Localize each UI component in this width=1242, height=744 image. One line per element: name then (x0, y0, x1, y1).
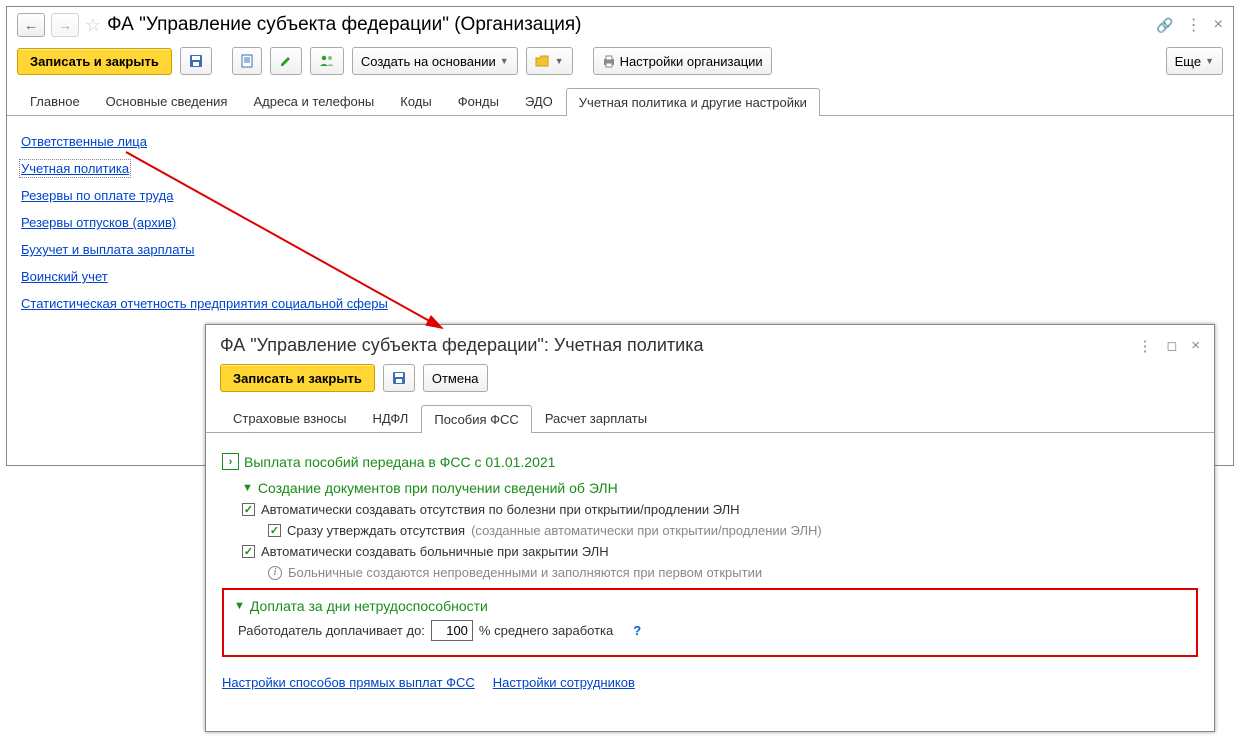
favorite-icon[interactable]: ☆ (85, 15, 101, 36)
folder-dropdown-button[interactable]: ▼ (526, 47, 573, 75)
titlebar: ← → ☆ ФА "Управление субъекта федерации"… (7, 7, 1233, 43)
link-reserves-labor[interactable]: Резервы по оплате труда (21, 188, 173, 203)
close-icon[interactable]: × (1191, 337, 1200, 354)
tab-basic[interactable]: Основные сведения (93, 87, 241, 115)
printer-icon (602, 55, 616, 68)
checkbox-auto-confirm-label: Сразу утверждать отсутствия (287, 523, 465, 538)
save-button-2[interactable] (383, 364, 415, 392)
content-area-2: › Выплата пособий передана в ФСС с 01.01… (206, 433, 1214, 706)
tab-codes[interactable]: Коды (387, 87, 444, 115)
section-extra-pay[interactable]: ▼ Доплата за дни нетрудоспособности (234, 598, 1186, 614)
tab-funds[interactable]: Фонды (445, 87, 512, 115)
tab-main[interactable]: Главное (17, 87, 93, 115)
checkbox-auto-absence[interactable]: ✓ (242, 503, 255, 516)
people-icon (319, 54, 335, 68)
close-icon[interactable]: × (1214, 16, 1223, 34)
titlebar-2: ФА "Управление субъекта федерации": Учет… (206, 325, 1214, 362)
create-based-on-button[interactable]: Создать на основании ▼ (352, 47, 518, 75)
save-button[interactable] (180, 47, 212, 75)
tab-ndfl[interactable]: НДФЛ (359, 404, 421, 432)
tab-salary[interactable]: Расчет зарплаты (532, 404, 660, 432)
window-title: ФА "Управление субъекта федерации" (Орга… (107, 14, 581, 36)
checkbox-auto-sick-row: ✓ Автоматически создавать больничные при… (242, 544, 1198, 559)
sick-hint-text: Больничные создаются непроведенными и за… (288, 565, 762, 580)
floppy-icon (189, 54, 203, 68)
policy-window: ФА "Управление субъекта федерации": Учет… (205, 324, 1215, 732)
expand-icon: › (222, 453, 239, 470)
link-reserves-vacation[interactable]: Резервы отпусков (архив) (21, 215, 176, 230)
doc-button[interactable] (232, 47, 262, 75)
org-settings-button[interactable]: Настройки организации (593, 47, 772, 75)
edit-button[interactable] (270, 47, 302, 75)
bottom-links: Настройки способов прямых выплат ФСС Нас… (222, 669, 1198, 696)
tab-addresses[interactable]: Адреса и телефоны (240, 87, 387, 115)
tab-edo[interactable]: ЭДО (512, 87, 566, 115)
toolbar: Записать и закрыть Создать на основании … (7, 43, 1233, 83)
toolbar-2: Записать и закрыть Отмена (206, 362, 1214, 400)
tab-insurance[interactable]: Страховые взносы (220, 404, 359, 432)
checkbox-auto-confirm[interactable]: ✓ (268, 524, 281, 537)
titlebar2-controls: ⋮ ◻ × (1137, 337, 1200, 355)
nav-back-button[interactable]: ← (17, 13, 45, 37)
nav-forward-button[interactable]: → (51, 13, 79, 37)
kebab-icon[interactable]: ⋮ (1137, 337, 1152, 355)
more-button[interactable]: Еще ▼ (1166, 47, 1223, 75)
chevron-down-icon: ▼ (242, 482, 253, 494)
link-icon[interactable]: 🔗 (1156, 17, 1173, 34)
checkbox-auto-sick[interactable]: ✓ (242, 545, 255, 558)
tab-bar-2: Страховые взносы НДФЛ Пособия ФСС Расчет… (206, 404, 1214, 433)
pencil-icon (279, 54, 293, 68)
employer-pays-label: Работодатель доплачивает до: (238, 623, 425, 638)
people-button[interactable] (310, 47, 344, 75)
chevron-down-icon: ▼ (234, 600, 245, 612)
checkbox-auto-absence-label: Автоматически создавать отсутствия по бо… (261, 502, 740, 517)
sick-hint-row: i Больничные создаются непроведенными и … (268, 565, 1198, 580)
section-fss-transfer[interactable]: › Выплата пособий передана в ФСС с 01.01… (222, 453, 1198, 470)
document-icon (241, 54, 253, 68)
link-fss-methods[interactable]: Настройки способов прямых выплат ФСС (222, 675, 475, 690)
window2-title: ФА "Управление субъекта федерации": Учет… (220, 335, 704, 356)
cancel-button[interactable]: Отмена (423, 364, 488, 392)
checkbox-auto-sick-label: Автоматически создавать больничные при з… (261, 544, 609, 559)
link-accounting-policy[interactable]: Учетная политика (21, 161, 129, 176)
employer-pays-input[interactable] (431, 620, 473, 641)
link-military[interactable]: Воинский учет (21, 269, 108, 284)
save-close-button[interactable]: Записать и закрыть (17, 48, 172, 75)
auto-confirm-hint: (созданные автоматически при открытии/пр… (471, 523, 822, 538)
help-icon[interactable]: ? (633, 623, 641, 638)
folder-icon (535, 55, 551, 68)
chevron-down-icon: ▼ (1205, 56, 1214, 66)
chevron-down-icon: ▼ (500, 56, 509, 66)
maximize-icon[interactable]: ◻ (1166, 338, 1177, 354)
chevron-down-icon: ▼ (555, 56, 564, 66)
floppy-icon (392, 371, 406, 385)
info-icon: i (268, 566, 282, 580)
employer-pays-row: Работодатель доплачивает до: % среднего … (238, 620, 1186, 641)
kebab-icon[interactable]: ⋮ (1186, 15, 1202, 35)
checkbox-auto-confirm-row: ✓ Сразу утверждать отсутствия (созданные… (268, 523, 1198, 538)
section-eln-docs[interactable]: ▼ Создание документов при получении свед… (242, 480, 1198, 496)
highlighted-extra-pay-section: ▼ Доплата за дни нетрудоспособности Рабо… (222, 588, 1198, 657)
tab-fss[interactable]: Пособия ФСС (421, 405, 531, 433)
link-accounting-salary[interactable]: Бухучет и выплата зарплаты (21, 242, 195, 257)
checkbox-auto-absence-row: ✓ Автоматически создавать отсутствия по … (242, 502, 1198, 517)
link-responsible[interactable]: Ответственные лица (21, 134, 147, 149)
link-employees[interactable]: Настройки сотрудников (493, 675, 635, 690)
titlebar-controls: 🔗 ⋮ × (1156, 15, 1223, 35)
tab-policy[interactable]: Учетная политика и другие настройки (566, 88, 820, 116)
save-close-button-2[interactable]: Записать и закрыть (220, 364, 375, 392)
percent-label: % среднего заработка (479, 623, 613, 638)
link-statistics[interactable]: Статистическая отчетность предприятия со… (21, 296, 388, 311)
content-area: Ответственные лица Учетная политика Резе… (7, 116, 1233, 329)
tab-bar: Главное Основные сведения Адреса и телеф… (7, 87, 1233, 116)
